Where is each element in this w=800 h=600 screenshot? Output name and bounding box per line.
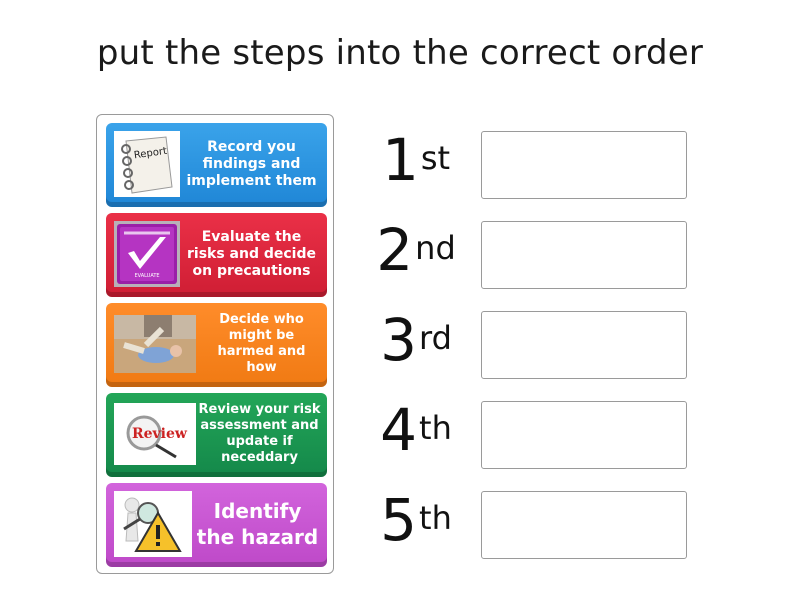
draggable-card-record-findings[interactable]: Report Record you findings and implement… bbox=[106, 123, 327, 207]
svg-text:Review: Review bbox=[132, 426, 188, 442]
card-label: Identify the hazard bbox=[196, 499, 319, 549]
fallen-person-photo bbox=[114, 315, 196, 373]
card-label: Record you findings and implement them bbox=[186, 138, 317, 189]
card-label: Evaluate the risks and decide on precaut… bbox=[187, 228, 316, 279]
evaluate-checkmark-icon: EVALUATE bbox=[114, 221, 180, 287]
draggable-card-review-assessment[interactable]: Review Review your risk assessment and u… bbox=[106, 393, 327, 477]
svg-text:EVALUATE: EVALUATE bbox=[134, 273, 159, 279]
ordinal-3rd: 3rd bbox=[380, 306, 452, 374]
card-label: Decide who might be harmed and how bbox=[217, 312, 306, 375]
draggable-card-identify-hazard[interactable]: Identify the hazard bbox=[106, 483, 327, 567]
card-label: Review your risk assessment and update i… bbox=[198, 402, 321, 465]
review-magnifier-icon: Review bbox=[114, 403, 196, 465]
draggable-card-decide-who-harmed[interactable]: Decide who might be harmed and how bbox=[106, 303, 327, 387]
drop-slot-4[interactable] bbox=[481, 401, 687, 469]
drop-slot-3[interactable] bbox=[481, 311, 687, 379]
ordinal-1st: 1st bbox=[381, 126, 451, 194]
ordinal-2nd: 2nd bbox=[376, 216, 456, 284]
drop-slot-5[interactable] bbox=[481, 491, 687, 559]
page-title: put the steps into the correct order bbox=[96, 33, 704, 73]
report-notebook-icon: Report bbox=[114, 131, 180, 197]
ordinal-4th: 4th bbox=[380, 396, 452, 464]
card-tray: Report Record you findings and implement… bbox=[96, 114, 334, 574]
ordinal-5th: 5th bbox=[380, 486, 452, 554]
draggable-card-evaluate-risks[interactable]: EVALUATE Evaluate the risks and decide o… bbox=[106, 213, 327, 297]
drop-slot-1[interactable] bbox=[481, 131, 687, 199]
hazard-warning-icon bbox=[114, 491, 192, 557]
drop-slot-2[interactable] bbox=[481, 221, 687, 289]
